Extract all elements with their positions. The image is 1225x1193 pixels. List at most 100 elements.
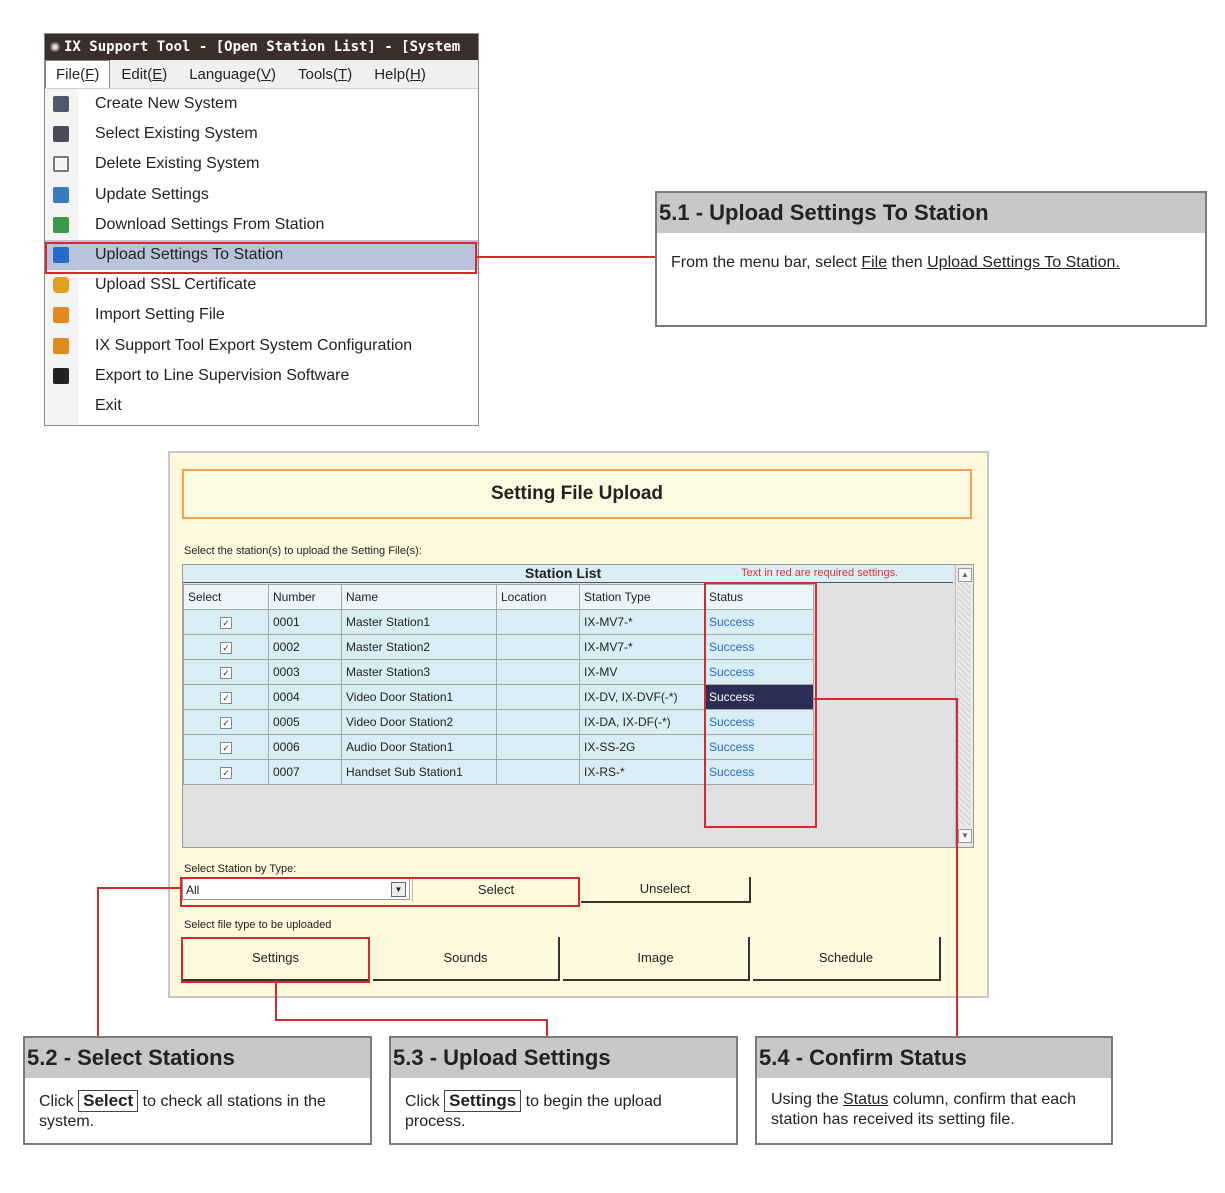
line-supervision-icon <box>53 367 69 384</box>
select-checkbox[interactable]: ✓ <box>183 734 269 760</box>
callout-5-2-title: 5.2 - Select Stations <box>25 1038 370 1078</box>
callout-5-4: 5.4 - Confirm Status Using the Status co… <box>755 1036 1113 1145</box>
station-name: Audio Door Station1 <box>341 734 497 760</box>
menu-edit[interactable]: Edit(E) <box>110 61 178 88</box>
station-type: IX-MV7-* <box>579 634 705 660</box>
station-number: 0007 <box>268 759 342 785</box>
menu-item-download-settings-from-station[interactable]: Download Settings From Station <box>45 210 478 240</box>
menu-item-label: Upload SSL Certificate <box>95 276 257 294</box>
station-name: Video Door Station2 <box>341 709 497 735</box>
scroll-thumb[interactable] <box>958 583 970 826</box>
station-number: 0005 <box>268 709 342 735</box>
required-note: Text in red are required settings. <box>741 567 899 579</box>
connector-5-3-v1 <box>275 980 277 1020</box>
callout-5-4-title: 5.4 - Confirm Status <box>757 1038 1111 1078</box>
col-station-type[interactable]: Station Type <box>579 584 705 610</box>
station-type: IX-MV <box>579 659 705 685</box>
station-number: 0002 <box>268 634 342 660</box>
menu-item-label: Create New System <box>95 95 238 112</box>
select-by-type-label: Select Station by Type: <box>184 863 297 875</box>
menu-item-import-setting-file[interactable]: Import Setting File <box>45 300 478 330</box>
menu-item-update-settings[interactable]: Update Settings <box>45 180 478 210</box>
select-checkbox[interactable]: ✓ <box>183 709 269 735</box>
menu-language[interactable]: Language(V) <box>178 61 287 88</box>
station-name: Master Station1 <box>341 609 497 635</box>
connector-5-3-h <box>275 1019 548 1021</box>
window-title: IX Support Tool - [Open Station List] - … <box>64 39 461 55</box>
station-location <box>496 609 580 635</box>
export-icon <box>53 337 69 354</box>
highlight-box-select <box>180 877 580 907</box>
station-type: IX-DV, IX-DVF(-*) <box>579 684 705 710</box>
station-name: Master Station3 <box>341 659 497 685</box>
station-name: Video Door Station1 <box>341 684 497 710</box>
station-type: IX-RS-* <box>579 759 705 785</box>
station-list-grid: Station List Text in red are required se… <box>182 564 974 848</box>
col-select[interactable]: Select <box>183 584 269 610</box>
checkbox-checked-icon[interactable]: ✓ <box>220 667 232 679</box>
menu-tools[interactable]: Tools(T) <box>287 61 363 88</box>
station-location <box>496 634 580 660</box>
callout-5-3-body: Click Settings to begin the upload proce… <box>405 1090 662 1130</box>
station-type: IX-DA, IX-DF(-*) <box>579 709 705 735</box>
select-checkbox[interactable]: ✓ <box>183 634 269 660</box>
menu-item-export-to-line-supervision-software[interactable]: Export to Line Supervision Software <box>45 361 478 391</box>
import-file-icon <box>53 307 69 324</box>
connector-5-4-h <box>814 698 958 700</box>
station-number: 0004 <box>268 684 342 710</box>
select-checkbox[interactable]: ✓ <box>183 609 269 635</box>
menu-item-label: Download Settings From Station <box>95 215 325 233</box>
station-type: IX-SS-2G <box>579 734 705 760</box>
highlight-box-upload-menu-item <box>45 242 477 274</box>
scroll-down-icon[interactable]: ▼ <box>958 829 972 843</box>
menu-item-label: Select Existing System <box>95 125 258 143</box>
select-checkbox[interactable]: ✓ <box>183 684 269 710</box>
menu-item-delete-existing-system[interactable]: Delete Existing System <box>45 149 478 179</box>
checkbox-checked-icon[interactable]: ✓ <box>220 692 232 704</box>
checkbox-checked-icon[interactable]: ✓ <box>220 717 232 729</box>
settings-key: Settings <box>444 1090 522 1112</box>
connector-5-2-h <box>97 887 181 889</box>
col-name[interactable]: Name <box>341 584 497 610</box>
sounds-button[interactable]: Sounds <box>373 937 560 981</box>
station-list-title: Station List <box>525 565 602 581</box>
menu-file[interactable]: File(F) <box>45 60 111 88</box>
station-list-header: Station List Text in red are required se… <box>183 565 953 583</box>
select-checkbox[interactable]: ✓ <box>183 659 269 685</box>
menu-item-create-new-system[interactable]: Create New System <box>45 89 478 119</box>
station-type: IX-MV7-* <box>579 609 705 635</box>
scroll-up-icon[interactable]: ▲ <box>958 568 972 582</box>
download-icon <box>53 216 69 233</box>
menu-item-select-existing-system[interactable]: Select Existing System <box>45 119 478 149</box>
station-location <box>496 709 580 735</box>
menu-item-ix-support-tool-export-system-configuration[interactable]: IX Support Tool Export System Configurat… <box>45 331 478 361</box>
highlight-box-settings <box>181 937 370 983</box>
checkbox-checked-icon[interactable]: ✓ <box>220 767 232 779</box>
checkbox-checked-icon[interactable]: ✓ <box>220 642 232 654</box>
menu-item-upload-ssl-certificate[interactable]: Upload SSL Certificate <box>45 270 478 300</box>
connector-5-3-v2 <box>546 1019 548 1037</box>
checkbox-checked-icon[interactable]: ✓ <box>220 742 232 754</box>
menu-item-exit[interactable]: Exit <box>45 391 478 421</box>
image-button[interactable]: Image <box>563 937 750 981</box>
menu-item-label: IX Support Tool Export System Configurat… <box>95 336 413 354</box>
lock-icon <box>53 277 69 294</box>
setting-file-upload-dialog: Setting File Upload Select the station(s… <box>168 451 989 998</box>
schedule-button[interactable]: Schedule <box>753 937 941 981</box>
select-checkbox[interactable]: ✓ <box>183 759 269 785</box>
callout-5-4-body: Using the Status column, confirm that ea… <box>771 1091 1077 1128</box>
callout-5-2-body: Click Select to check all stations in th… <box>39 1090 326 1130</box>
dialog-title: Setting File Upload <box>182 469 972 519</box>
station-name: Master Station2 <box>341 634 497 660</box>
connector-5-1 <box>475 256 655 258</box>
col-location[interactable]: Location <box>496 584 580 610</box>
callout-5-3-title: 5.3 - Upload Settings <box>391 1038 736 1078</box>
unselect-button[interactable]: Unselect <box>581 877 751 903</box>
col-number[interactable]: Number <box>268 584 342 610</box>
station-number: 0003 <box>268 659 342 685</box>
trash-icon <box>53 156 69 173</box>
menu-help[interactable]: Help(H) <box>363 61 437 88</box>
checkbox-checked-icon[interactable]: ✓ <box>220 617 232 629</box>
station-name: Handset Sub Station1 <box>341 759 497 785</box>
file-type-label: Select file type to be uploaded <box>184 919 332 931</box>
